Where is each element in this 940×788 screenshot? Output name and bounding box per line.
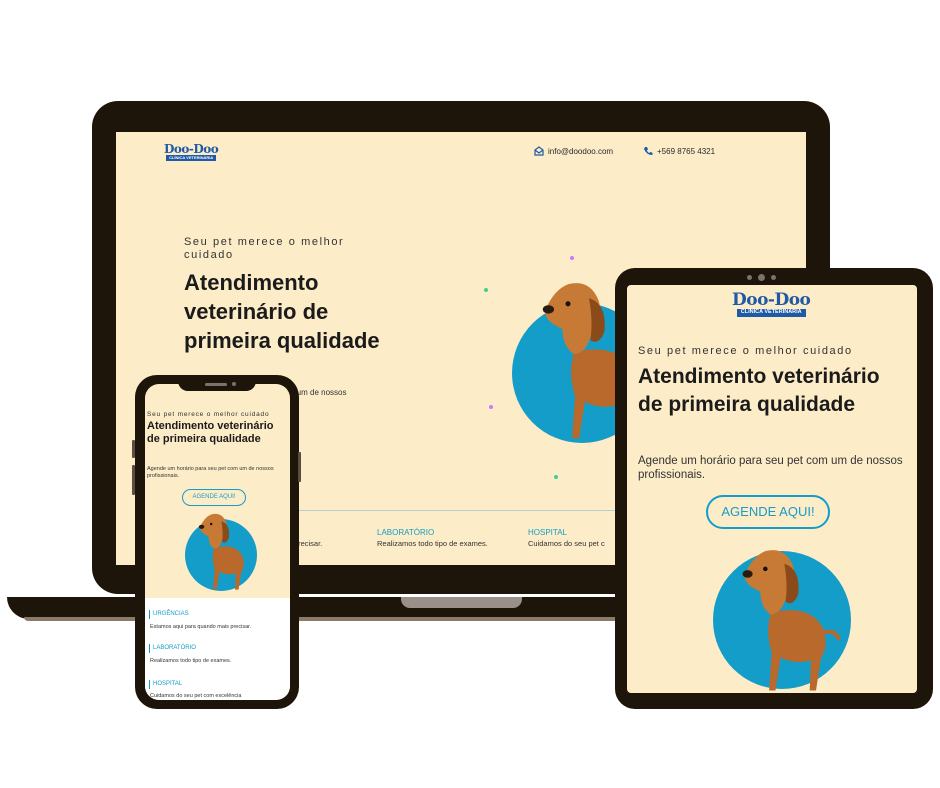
- service-title: LABORATÓRIO: [153, 645, 196, 651]
- dog-image: [709, 541, 847, 693]
- brand-logo[interactable]: Doo-Doo CLÍNICA VETERINÁRIA: [732, 290, 811, 317]
- brand-subtitle: CLÍNICA VETERINÁRIA: [736, 309, 806, 317]
- service-title: URGÊNCIAS: [153, 611, 189, 617]
- contact-phone-text: +569 8765 4321: [657, 146, 716, 156]
- brand-logo[interactable]: Doo-Doo CLÍNICA VETERINÁRIA: [164, 142, 219, 161]
- phone-side-button: [132, 465, 135, 495]
- contact-email[interactable]: info@doodoo.com: [534, 146, 613, 156]
- decor-dot: [554, 475, 558, 479]
- service-title: LABORATÓRIO: [377, 528, 435, 537]
- tablet-screen: Doo-Doo CLÍNICA VETERINÁRIA Seu pet mere…: [627, 285, 917, 693]
- hero-kicker: Seu pet merece o melhor cuidado: [147, 411, 270, 418]
- decor-dot: [570, 256, 574, 260]
- service-description: Realizamos todo tipo de exames.: [377, 539, 488, 548]
- dog-image: [183, 509, 253, 591]
- phone-icon: [643, 146, 653, 156]
- mail-icon: [534, 146, 544, 156]
- tablet-camera: [758, 274, 765, 281]
- service-urgencias[interactable]: URGÊNCIAS: [149, 610, 189, 619]
- service-description: Cuidamos do seu pet com excelência: [150, 693, 242, 699]
- service-laboratorio[interactable]: LABORATÓRIO: [149, 644, 196, 653]
- brand-name: Doo-Doo: [732, 290, 811, 310]
- brand-name: Doo-Doo: [164, 142, 219, 156]
- service-title: HOSPITAL: [528, 528, 567, 537]
- hero-title: Atendimento veterinário de primeira qual…: [147, 420, 274, 445]
- service-hospital[interactable]: HOSPITAL: [149, 680, 182, 689]
- phone-screen: Seu pet merece o melhor cuidado Atendime…: [145, 384, 290, 700]
- service-description: Cuidamos do seu pet c: [528, 539, 605, 548]
- service-description: Realizamos todo tipo de exames.: [150, 658, 232, 664]
- tablet-sensor: [771, 275, 776, 280]
- brand-subtitle: CLÍNICA VETERINÁRIA: [166, 155, 217, 161]
- schedule-button[interactable]: AGENDE AQUI!: [706, 495, 830, 529]
- service-description: Estamos aqui para quando mais precisar.: [150, 624, 252, 630]
- service-title: HOSPITAL: [153, 681, 183, 687]
- phone-camera: [232, 382, 236, 386]
- laptop-trackpad-notch: [401, 597, 522, 608]
- service-laboratorio[interactable]: LABORATÓRIO Realizamos todo tipo de exam…: [377, 528, 488, 548]
- decor-dot: [489, 405, 493, 409]
- service-hospital[interactable]: HOSPITAL Cuidamos do seu pet c: [528, 528, 605, 548]
- schedule-button[interactable]: AGENDE AQUI!: [182, 489, 246, 506]
- decor-dot: [484, 288, 488, 292]
- hero-kicker: Seu pet merece o melhor cuidado: [184, 236, 345, 261]
- hero-description: Agende um horário para seu pet com um de…: [147, 466, 274, 479]
- phone-side-button: [132, 440, 135, 458]
- contact-phone[interactable]: +569 8765 4321: [643, 146, 715, 156]
- phone-speaker: [205, 383, 227, 386]
- hero-title: Atendimento veterinário de primeira qual…: [184, 270, 380, 353]
- hero-kicker: Seu pet merece o melhor cuidado: [638, 345, 853, 357]
- hero-description: Agende um horário para seu pet com um de…: [638, 455, 903, 481]
- hero-title: Atendimento veterinário de primeira qual…: [638, 365, 880, 416]
- tablet-sensor: [747, 275, 752, 280]
- contact-email-text: info@doodoo.com: [548, 146, 614, 156]
- services-section: URGÊNCIAS Estamos aqui para quando mais …: [145, 598, 290, 700]
- phone-side-button: [298, 452, 301, 482]
